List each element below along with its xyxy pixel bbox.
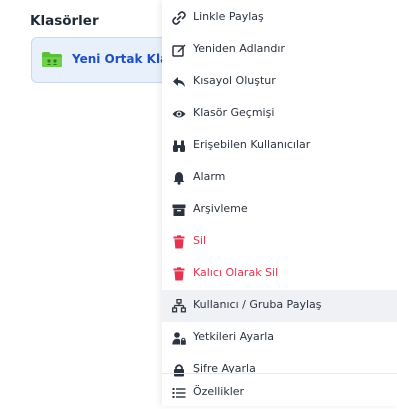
menu-item-alarm[interactable]: Alarm (162, 162, 397, 194)
context-menu: Linkle Paylaş Yeniden Adlandır Kısayol O… (162, 0, 397, 406)
menu-item-label: Kullanıcı / Gruba Paylaş (193, 298, 322, 311)
menu-item-archive[interactable]: Arşivleme (162, 194, 397, 226)
menu-item-folder-history[interactable]: Klasör Geçmişi (162, 98, 397, 130)
menu-item-label: Kalıcı Olarak Sil (193, 266, 279, 279)
menu-item-rename[interactable]: Yeniden Adlandır (162, 34, 397, 66)
network-icon (172, 299, 186, 313)
trash-icon (172, 267, 186, 281)
menu-item-label: Özellikler (193, 385, 245, 398)
menu-item-label: Kısayol Oluştur (193, 74, 276, 87)
edit-icon (172, 43, 186, 57)
menu-item-label: Klasör Geçmişi (193, 106, 275, 119)
menu-item-properties[interactable]: Özellikler (162, 377, 397, 409)
list-icon (172, 386, 186, 400)
menu-item-label: Erişebilen Kullanıcılar (193, 138, 311, 151)
menu-item-create-shortcut[interactable]: Kısayol Oluştur (162, 66, 397, 98)
eye-icon (172, 107, 186, 121)
menu-item-delete[interactable]: Sil (162, 226, 397, 258)
user-lock-icon (172, 331, 186, 345)
panel-title: Klasörler (30, 13, 99, 29)
menu-item-share-link[interactable]: Linkle Paylaş (162, 2, 397, 34)
menu-item-delete-permanently[interactable]: Kalıcı Olarak Sil (162, 258, 397, 290)
lock-icon (172, 363, 186, 377)
menu-item-label: Alarm (193, 170, 226, 183)
shared-folder-icon (41, 51, 63, 68)
menu-item-label: Yeniden Adlandır (193, 42, 285, 55)
archive-icon (172, 203, 186, 217)
bell-icon (172, 171, 186, 185)
menu-item-label: Arşivleme (193, 202, 248, 215)
menu-item-share-user-group[interactable]: Kullanıcı / Gruba Paylaş (162, 290, 397, 322)
shortcut-icon (172, 75, 186, 89)
menu-item-users-with-access[interactable]: Erişebilen Kullanıcılar (162, 130, 397, 162)
menu-item-set-permissions[interactable]: Yetkileri Ayarla (162, 322, 397, 354)
menu-divider (162, 373, 397, 374)
link-icon (172, 11, 186, 25)
menu-item-label: Sil (193, 234, 207, 247)
folder-name: Yeni Ortak Klas (72, 52, 176, 66)
folder-item[interactable]: Yeni Ortak Klas (31, 37, 181, 83)
trash-icon (172, 235, 186, 249)
menu-item-label: Yetkileri Ayarla (193, 330, 275, 343)
menu-item-label: Linkle Paylaş (193, 10, 264, 23)
folders-panel: Klasörler Yeni Ortak Klas (0, 0, 181, 406)
binoculars-icon (172, 139, 186, 153)
